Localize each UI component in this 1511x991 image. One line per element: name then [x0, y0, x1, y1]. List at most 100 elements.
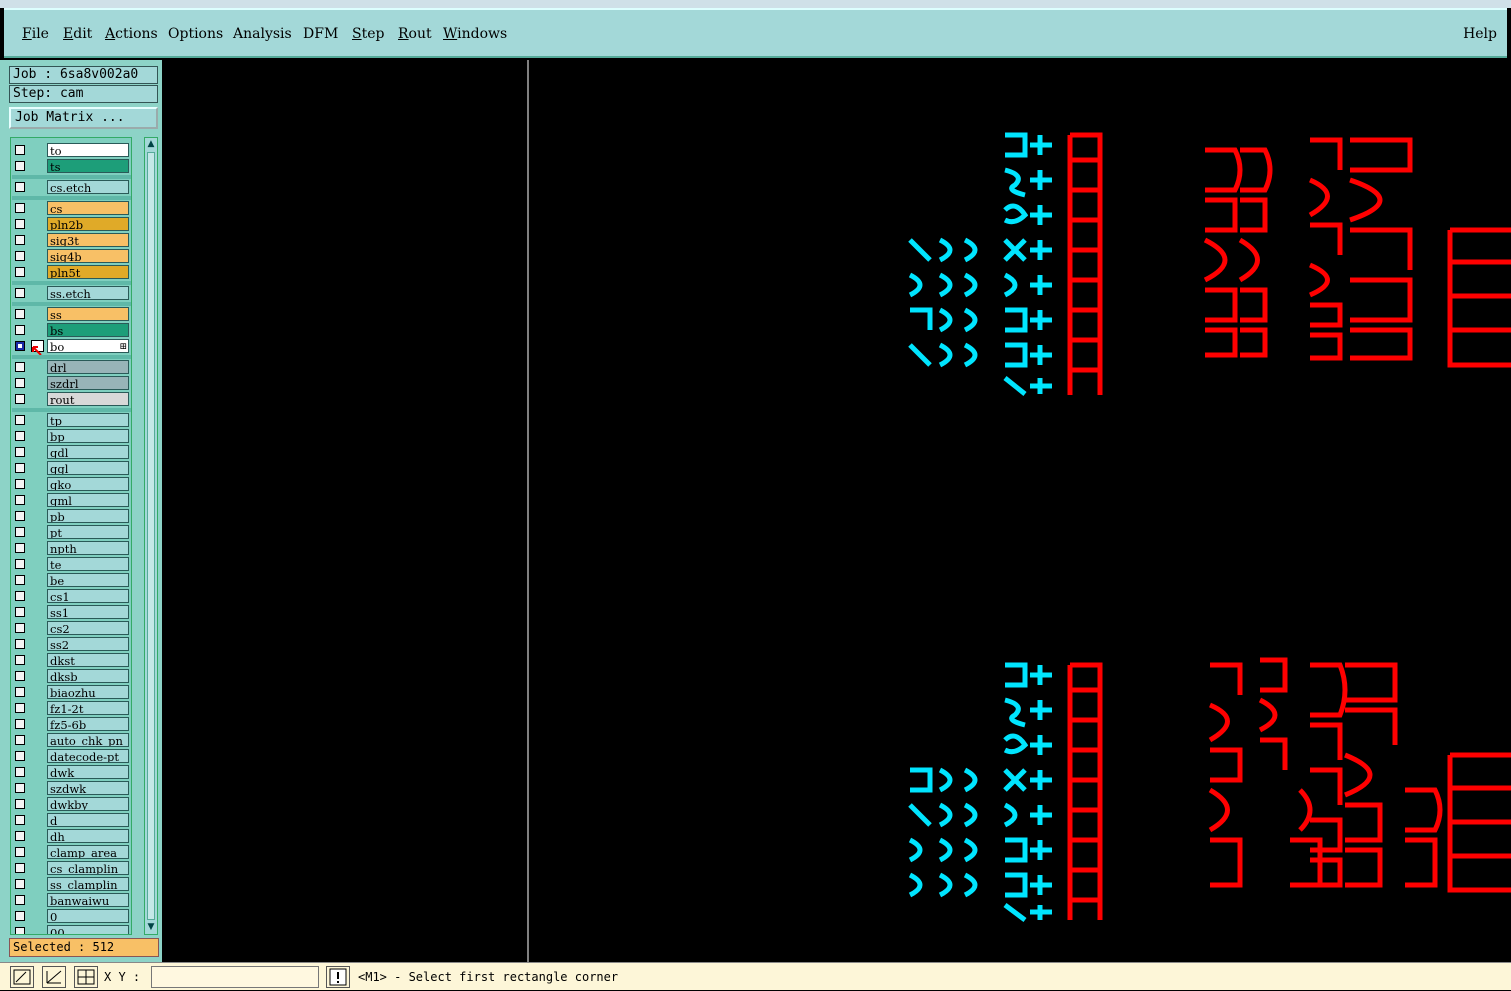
- layer-checkbox[interactable]: [15, 325, 25, 335]
- layer-name[interactable]: be: [47, 573, 129, 587]
- layer-row-drl[interactable]: drl: [11, 359, 131, 375]
- layer-name[interactable]: cs2: [47, 621, 129, 635]
- layer-row-dwk[interactable]: dwk: [11, 764, 131, 780]
- scroll-down-icon[interactable]: ▼: [146, 922, 156, 932]
- layer-checkbox[interactable]: [15, 607, 25, 617]
- layer-name[interactable]: bs: [47, 323, 129, 337]
- layer-checkbox[interactable]: [15, 463, 25, 473]
- layer-checkbox[interactable]: [15, 671, 25, 681]
- layer-checkbox[interactable]: [15, 145, 25, 155]
- layer-name[interactable]: fz5-6b: [47, 717, 129, 731]
- layer-row-0[interactable]: 0: [11, 908, 131, 924]
- layer-checkbox[interactable]: [15, 341, 25, 351]
- menu-windows[interactable]: Windows: [443, 26, 507, 42]
- layer-name[interactable]: ss: [47, 307, 129, 321]
- layer-checkbox[interactable]: [15, 863, 25, 873]
- menu-help[interactable]: Help: [1463, 26, 1497, 42]
- layer-name[interactable]: 0: [47, 909, 129, 923]
- layer-checkbox[interactable]: [15, 927, 25, 934]
- scroll-up-icon[interactable]: ▲: [146, 139, 156, 149]
- layer-name[interactable]: auto_chk_pn: [47, 733, 129, 747]
- layer-row-biaozhu[interactable]: biaozhu: [11, 684, 131, 700]
- layer-checkbox[interactable]: [15, 182, 25, 192]
- alert-button[interactable]: [326, 966, 350, 988]
- layer-row-be[interactable]: be: [11, 572, 131, 588]
- layer-row-cs[interactable]: cs: [11, 200, 131, 216]
- layer-checkbox[interactable]: [15, 309, 25, 319]
- layer-row-sig4b[interactable]: sig4b: [11, 248, 131, 264]
- layer-row-bs[interactable]: bs: [11, 322, 131, 338]
- layer-checkbox[interactable]: [15, 783, 25, 793]
- layer-name[interactable]: tp: [47, 413, 129, 427]
- job-matrix-button[interactable]: Job Matrix ...: [9, 107, 158, 129]
- layer-name[interactable]: cs_clamplin: [47, 861, 129, 875]
- layer-checkbox[interactable]: [15, 623, 25, 633]
- layer-checkbox[interactable]: [15, 591, 25, 601]
- layer-checkbox[interactable]: [15, 235, 25, 245]
- layer-name[interactable]: clamp_area: [47, 845, 129, 859]
- layer-name[interactable]: ggl: [47, 461, 129, 475]
- layer-checkbox[interactable]: [15, 431, 25, 441]
- layer-row-rout[interactable]: rout: [11, 391, 131, 407]
- layer-name[interactable]: datecode-pt: [47, 749, 129, 763]
- layer-checkbox[interactable]: [15, 415, 25, 425]
- layer-name[interactable]: cs: [47, 201, 129, 215]
- layer-name[interactable]: ss.etch: [47, 286, 129, 300]
- snap-grid-button[interactable]: [74, 966, 98, 988]
- layer-name[interactable]: bo ⊞: [47, 339, 129, 353]
- layer-checkbox[interactable]: [15, 735, 25, 745]
- layer-checkbox[interactable]: [15, 847, 25, 857]
- layer-row-fz1-2t[interactable]: fz1-2t: [11, 700, 131, 716]
- measure-button[interactable]: [42, 966, 66, 988]
- layer-checkbox[interactable]: [15, 655, 25, 665]
- layer-checkbox[interactable]: [15, 479, 25, 489]
- layer-row-te[interactable]: te: [11, 556, 131, 572]
- layer-row-pln5t[interactable]: pln5t: [11, 264, 131, 280]
- layer-row-ts[interactable]: ts: [11, 158, 131, 174]
- layer-name[interactable]: cs.etch: [47, 180, 129, 194]
- layer-row-cs2[interactable]: cs2: [11, 620, 131, 636]
- layer-checkbox[interactable]: [15, 495, 25, 505]
- layer-name[interactable]: pt: [47, 525, 129, 539]
- layer-checkbox[interactable]: [15, 527, 25, 537]
- layer-checkbox[interactable]: [15, 799, 25, 809]
- layer-checkbox[interactable]: [15, 575, 25, 585]
- menu-analysis[interactable]: Analysis: [233, 26, 292, 42]
- layer-checkbox[interactable]: [15, 378, 25, 388]
- layer-checkbox[interactable]: [15, 447, 25, 457]
- layer-checkbox[interactable]: [15, 639, 25, 649]
- layer-row-ss1[interactable]: ss1: [11, 604, 131, 620]
- layer-row-dh[interactable]: dh: [11, 828, 131, 844]
- layer-row-dwkby[interactable]: dwkby: [11, 796, 131, 812]
- menu-edit[interactable]: Edit: [63, 26, 92, 42]
- layer-list-scrollbar[interactable]: ▲ ▼: [144, 137, 158, 935]
- layer-row-pln2b[interactable]: pln2b: [11, 216, 131, 232]
- layer-name[interactable]: dkst: [47, 653, 129, 667]
- layer-checkbox[interactable]: [15, 219, 25, 229]
- layer-checkbox[interactable]: [15, 831, 25, 841]
- layer-name[interactable]: dwk: [47, 765, 129, 779]
- layer-row-fz5-6b[interactable]: fz5-6b: [11, 716, 131, 732]
- layer-row-ss_clamplin[interactable]: ss_clamplin: [11, 876, 131, 892]
- layer-row-szdwk[interactable]: szdwk: [11, 780, 131, 796]
- layer-row-banwaiwu[interactable]: banwaiwu: [11, 892, 131, 908]
- layer-name[interactable]: cs1: [47, 589, 129, 603]
- menu-options[interactable]: Options: [168, 26, 223, 42]
- layer-row-cs_clamplin[interactable]: cs_clamplin: [11, 860, 131, 876]
- layer-row-cs.etch[interactable]: cs.etch: [11, 179, 131, 195]
- layer-checkbox[interactable]: [15, 267, 25, 277]
- menu-dfm[interactable]: DFM: [303, 26, 338, 42]
- layer-row-datecode-pt[interactable]: datecode-pt: [11, 748, 131, 764]
- layer-row-auto_chk_pn[interactable]: auto_chk_pn: [11, 732, 131, 748]
- layer-row-pt[interactable]: pt: [11, 524, 131, 540]
- layer-checkbox[interactable]: [15, 879, 25, 889]
- layer-name[interactable]: pb: [47, 509, 129, 523]
- layer-name[interactable]: ts: [47, 159, 129, 173]
- layer-checkbox[interactable]: [15, 815, 25, 825]
- layer-name[interactable]: biaozhu: [47, 685, 129, 699]
- layer-checkbox[interactable]: [15, 703, 25, 713]
- layer-name[interactable]: pln2b: [47, 217, 129, 231]
- layer-name[interactable]: gdl: [47, 445, 129, 459]
- layer-name[interactable]: sig4b: [47, 249, 129, 263]
- layer-checkbox[interactable]: [15, 719, 25, 729]
